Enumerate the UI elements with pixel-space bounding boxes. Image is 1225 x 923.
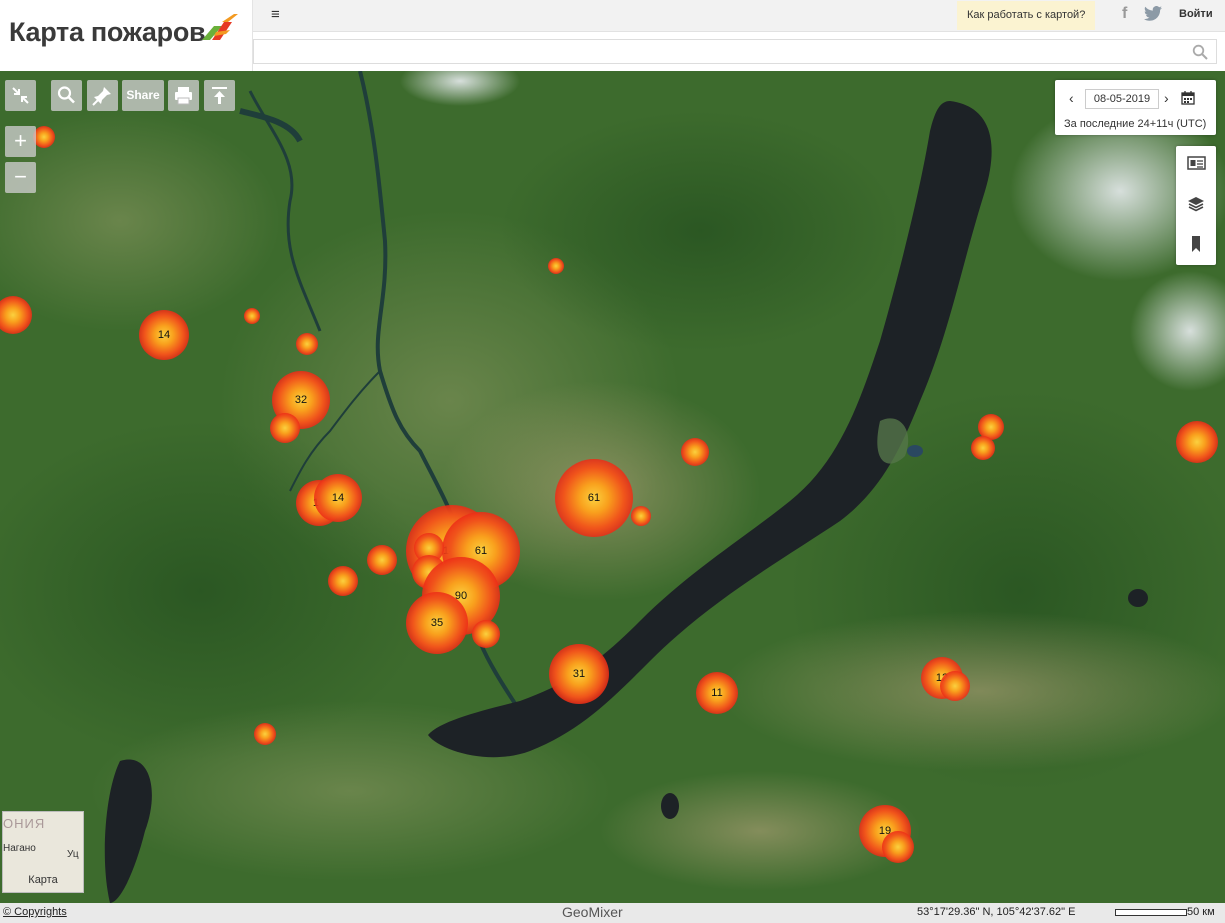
cluster-count: 31 [572, 668, 586, 680]
cluster-count: 11 [711, 687, 723, 699]
fullscreen-button[interactable] [5, 80, 36, 111]
fire-point[interactable] [548, 258, 564, 274]
fire-point[interactable] [367, 545, 397, 575]
facebook-icon[interactable]: f [1122, 5, 1127, 23]
search-tool-button[interactable] [51, 80, 82, 111]
login-button[interactable]: Войти [1179, 8, 1213, 20]
right-side-panel [1176, 146, 1216, 265]
footer: © Copyrights GeoMixer 53°17'29.36" N, 10… [0, 903, 1225, 923]
fire-cluster[interactable]: 31 [549, 644, 609, 704]
bookmark-icon[interactable] [1187, 235, 1205, 253]
logo[interactable]: Карта пожаров [0, 0, 253, 71]
minimap-label: Карта [28, 874, 58, 886]
upload-button[interactable] [204, 80, 235, 111]
pin-tool-button[interactable] [87, 80, 118, 111]
fire-point[interactable] [254, 723, 276, 745]
help-link[interactable]: Как работать с картой? [957, 1, 1096, 30]
fire-point[interactable] [472, 620, 500, 648]
fire-point[interactable] [971, 436, 995, 460]
zoom-out-button[interactable]: − [5, 162, 36, 193]
date-prev-button[interactable]: ‹ [1069, 90, 1074, 106]
fire-point[interactable] [270, 413, 300, 443]
search-box[interactable] [253, 39, 1217, 64]
cluster-count: 61 [587, 492, 601, 504]
date-next-button[interactable]: › [1164, 90, 1169, 106]
cluster-count: 32 [294, 394, 308, 406]
minimap-region-label: ОНИЯ [3, 816, 46, 831]
minimap-button[interactable]: ОНИЯ Нагано Уц Карта [2, 811, 84, 893]
fire-point[interactable] [33, 126, 55, 148]
magnifier-icon [57, 86, 75, 104]
fire-point[interactable] [940, 671, 970, 701]
logo-text: Карта пожаров [9, 17, 206, 47]
upload-icon [212, 87, 227, 104]
fire-cluster[interactable]: 35 [406, 592, 468, 654]
fire-point[interactable] [681, 438, 709, 466]
search-input[interactable] [260, 43, 1164, 59]
logo-flame-icon [202, 14, 238, 40]
menu-button[interactable]: ≡ [271, 6, 280, 23]
fire-point[interactable] [631, 506, 651, 526]
scale-bar [1115, 909, 1187, 916]
copyrights-link[interactable]: © Copyrights [3, 906, 67, 918]
collapse-arrows-icon [12, 87, 29, 104]
minimap-city2-label: Уц [67, 849, 79, 860]
date-panel: ‹ 08-05-2019 › За последние 24+11ч (UTC) [1055, 80, 1216, 135]
period-text: За последние 24+11ч (UTC) [1064, 118, 1207, 130]
fire-cluster[interactable]: 14 [139, 310, 189, 360]
header: Карта пожаров ≡ Как работать с картой? f… [0, 0, 1225, 71]
print-button[interactable] [168, 80, 199, 111]
minimap-city-label: Нагано [3, 843, 36, 854]
printer-icon [175, 87, 192, 105]
fire-cluster[interactable]: 11 [696, 672, 738, 714]
fire-point[interactable] [882, 831, 914, 863]
layers-icon[interactable] [1187, 195, 1205, 213]
search-icon[interactable] [1192, 44, 1208, 60]
top-bar: ≡ Как работать с картой? f Войти [253, 0, 1225, 32]
cluster-count: 14 [331, 492, 345, 504]
share-button[interactable]: Share [122, 80, 164, 111]
date-field[interactable]: 08-05-2019 [1085, 89, 1159, 109]
fire-point[interactable] [244, 308, 260, 324]
zoom-in-button[interactable]: + [5, 126, 36, 157]
coordinates-readout: 53°17'29.36" N, 105°42'37.62" E [917, 906, 1076, 918]
cluster-count: 35 [430, 617, 444, 629]
fire-point[interactable] [296, 333, 318, 355]
twitter-icon[interactable] [1144, 6, 1162, 21]
geomixer-brand: GeoMixer [562, 904, 623, 920]
fire-point[interactable] [1176, 421, 1218, 463]
pushpin-icon [92, 87, 111, 106]
fire-point[interactable] [328, 566, 358, 596]
cluster-count: 14 [157, 329, 171, 341]
fire-cluster[interactable]: 14 [314, 474, 362, 522]
news-icon[interactable] [1187, 155, 1206, 171]
map[interactable]: 14 32 19 14 142 61 90 35 61 31 11 12 19 [0, 71, 1225, 903]
cluster-count: 61 [474, 545, 488, 557]
fire-cluster[interactable]: 61 [555, 459, 633, 537]
scale-label: 50 км [1187, 906, 1215, 918]
calendar-icon[interactable] [1181, 91, 1195, 105]
